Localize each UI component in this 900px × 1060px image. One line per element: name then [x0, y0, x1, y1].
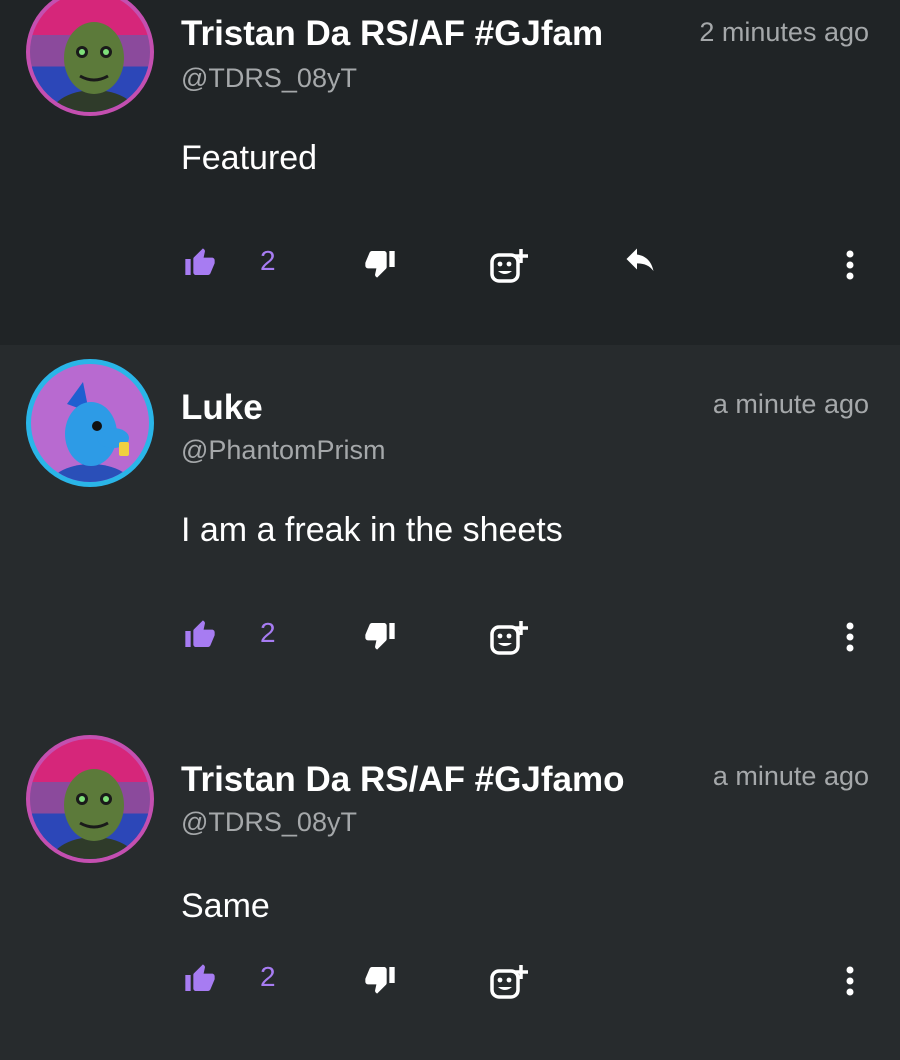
thumbs-up-icon[interactable] — [184, 247, 216, 283]
like-count: 2 — [260, 961, 276, 992]
like-count: 2 — [260, 617, 276, 648]
comment-author-handle: @TDRS_08yT — [181, 63, 357, 93]
add-reaction-icon[interactable] — [490, 963, 530, 1003]
thumbs-up-icon[interactable] — [184, 619, 216, 655]
avatar[interactable] — [26, 359, 154, 487]
add-reaction-icon[interactable] — [490, 247, 530, 287]
avatar[interactable] — [26, 0, 154, 116]
comment-author-name[interactable]: Tristan Da RS/AF #GJfamo — [181, 760, 624, 800]
comment-text: I am a freak in the sheets — [181, 511, 563, 549]
avatar[interactable] — [26, 735, 154, 863]
comment-author-handle: @TDRS_08yT — [181, 807, 357, 837]
comment-timestamp: a minute ago — [712, 761, 869, 791]
comment-text: Featured — [181, 139, 318, 177]
comment-item: Luke @PhantomPrism a minute ago I am a f… — [0, 345, 900, 717]
avatar-image — [49, 22, 139, 112]
more-vertical-icon[interactable] — [840, 619, 860, 659]
comment-actions: 2 — [0, 241, 900, 291]
more-vertical-icon[interactable] — [840, 247, 860, 287]
avatar-image — [49, 769, 139, 859]
like-count: 2 — [260, 245, 276, 276]
more-vertical-icon[interactable] — [840, 963, 860, 1003]
comment-item: Tristan Da RS/AF #GJfamo @TDRS_08yT a mi… — [0, 717, 900, 1060]
reply-icon[interactable] — [622, 247, 658, 281]
comment-timestamp: 2 minutes ago — [699, 17, 869, 47]
comment-author-handle: @PhantomPrism — [181, 435, 386, 465]
thumbs-up-icon[interactable] — [184, 963, 216, 999]
comment-author-name[interactable]: Tristan Da RS/AF #GJfam — [181, 14, 603, 54]
thumbs-down-icon[interactable] — [364, 619, 396, 655]
thumbs-down-icon[interactable] — [364, 963, 396, 999]
avatar-image — [49, 382, 133, 482]
comment-timestamp: a minute ago — [712, 389, 869, 419]
comment-actions: 2 — [0, 613, 900, 663]
comment-text: Same — [181, 887, 270, 925]
add-reaction-icon[interactable] — [490, 619, 530, 659]
thumbs-down-icon[interactable] — [364, 247, 396, 283]
comment-actions: 2 — [0, 957, 900, 1007]
comment-author-name[interactable]: Luke — [181, 388, 263, 428]
comment-item: Tristan Da RS/AF #GJfam @TDRS_08yT 2 min… — [0, 0, 900, 345]
